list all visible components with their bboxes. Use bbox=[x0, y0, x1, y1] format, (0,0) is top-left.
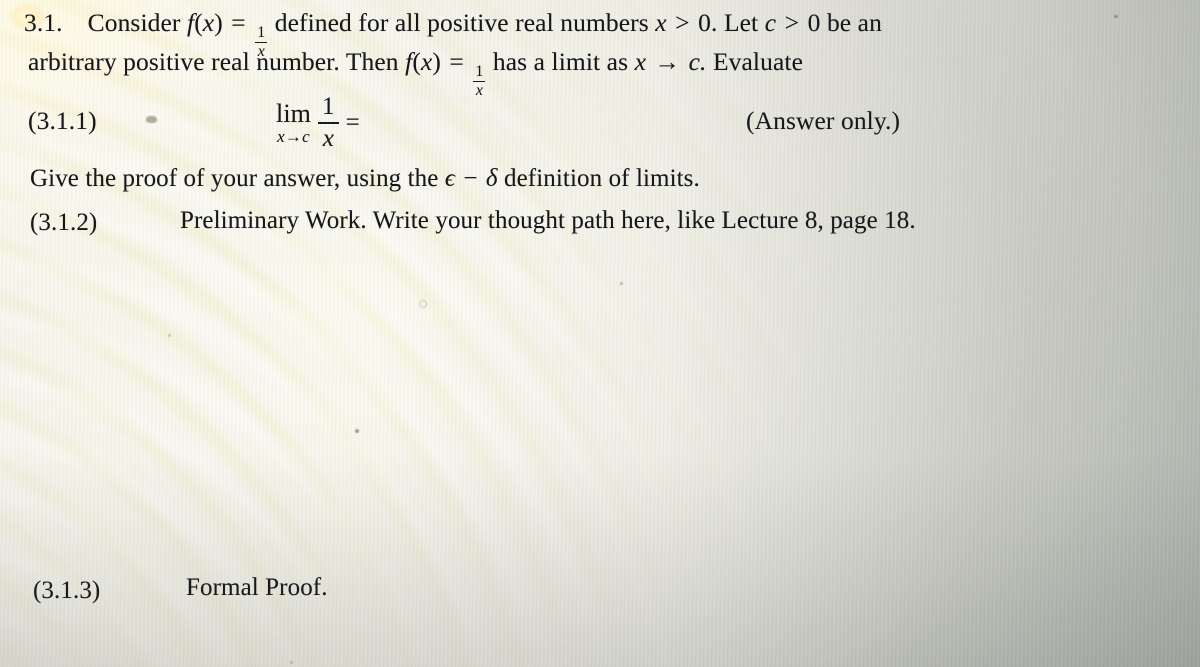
photo-of-math-worksheet: 3.1. Consider f(x) = 1 x defined for all… bbox=[0, 0, 1200, 667]
moire-arc-pattern-light bbox=[0, 0, 1200, 667]
